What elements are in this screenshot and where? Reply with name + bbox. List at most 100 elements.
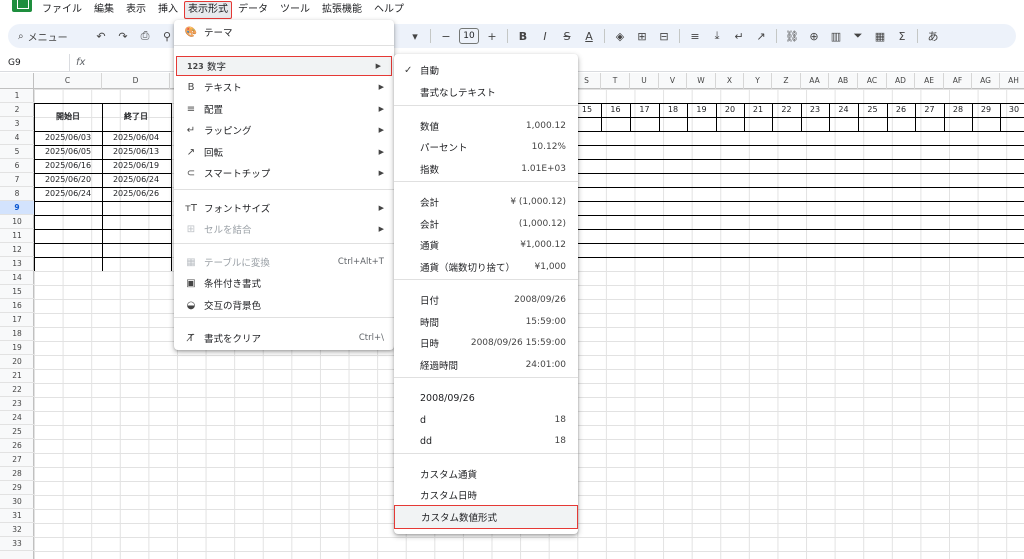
borders-icon[interactable]: ⊞ [631,26,653,46]
header-end-date[interactable]: 終了日 [102,110,170,124]
fill-color-icon[interactable]: ◈ [609,26,631,46]
column-header[interactable]: C [34,73,102,89]
row-header[interactable]: 31 [0,509,34,523]
row-header[interactable]: 5 [0,145,34,159]
number-format-option[interactable]: dd 18 [394,431,578,451]
day-number-cell[interactable]: 18 [659,103,687,117]
number-format-option[interactable]: 書式なしテキスト [394,82,578,102]
format-menu-item[interactable]: тT フォントサイズ ▶ [174,198,394,218]
day-number-cell[interactable]: 17 [630,103,659,117]
end-date-cell[interactable]: 2025/06/04 [102,131,170,145]
column-header[interactable]: V [659,73,687,89]
day-number-cell[interactable]: 20 [716,103,744,117]
day-number-cell[interactable]: 30 [1000,103,1024,117]
menu-edit[interactable]: 編集 [88,0,120,20]
column-header[interactable]: AG [972,73,1000,89]
column-header[interactable]: AC [858,73,887,89]
row-header[interactable]: 25 [0,425,34,439]
sheets-logo-icon[interactable] [12,0,32,12]
number-format-option[interactable]: 数値 1,000.12 [394,116,578,136]
menu-tools[interactable]: ツール [274,0,316,20]
number-format-option[interactable]: カスタム日時 [394,485,578,505]
format-menu-item[interactable]: ▣ 条件付き書式 [174,273,394,293]
number-format-option[interactable]: 会計 ¥ (1,000.12) [394,192,578,212]
header-start-date[interactable]: 開始日 [34,110,102,124]
day-number-cell[interactable]: 19 [687,103,716,117]
end-date-cell[interactable]: 2025/06/24 [102,173,170,187]
filter-views-icon[interactable]: ▦ [869,26,891,46]
merge-cells-icon[interactable]: ⊟ [653,26,675,46]
day-number-cell[interactable]: 25 [858,103,887,117]
number-format-option[interactable]: 時間 15:59:00 [394,312,578,332]
row-header[interactable]: 9 [0,201,34,215]
menu-help[interactable]: ヘルプ [368,0,410,20]
input-tools-button[interactable]: あ [922,26,944,46]
increase-font-icon[interactable]: + [481,26,503,46]
row-header[interactable]: 8 [0,187,34,201]
row-header[interactable]: 7 [0,173,34,187]
row-header[interactable]: 19 [0,341,34,355]
day-number-cell[interactable]: 22 [772,103,801,117]
format-menu-item[interactable]: ≡ 配置 ▶ [174,99,394,119]
number-format-option[interactable]: カスタム通貨 [394,464,578,484]
column-header[interactable]: T [601,73,630,89]
day-number-cell[interactable]: 21 [744,103,772,117]
horizontal-align-icon[interactable]: ≡ [684,26,706,46]
column-header[interactable]: AB [829,73,858,89]
strikethrough-icon[interactable]: S [556,26,578,46]
row-header[interactable]: 32 [0,523,34,537]
row-header[interactable]: 14 [0,271,34,285]
functions-icon[interactable]: Σ [891,26,913,46]
number-format-option[interactable]: 2008/09/26 [394,388,578,408]
italic-icon[interactable]: I [534,26,556,46]
format-menu-item[interactable]: ⊂ スマートチップ ▶ [174,163,394,183]
row-header[interactable]: 17 [0,313,34,327]
row-header[interactable]: 22 [0,383,34,397]
row-header[interactable]: 6 [0,159,34,173]
column-header[interactable]: X [716,73,744,89]
row-header[interactable]: 30 [0,495,34,509]
menu-extensions[interactable]: 拡張機能 [316,0,368,20]
row-header[interactable]: 16 [0,299,34,313]
name-box[interactable]: G9 [0,53,70,72]
number-format-option[interactable]: 会計 (1,000.12) [394,214,578,234]
number-format-option[interactable]: ✓ 自動 [394,60,578,80]
column-header[interactable]: W [687,73,716,89]
row-header[interactable]: 3 [0,117,34,131]
start-date-cell[interactable]: 2025/06/16 [34,159,102,173]
row-header[interactable]: 1 [0,89,34,103]
menu-insert[interactable]: 挿入 [152,0,184,20]
day-number-cell[interactable]: 16 [601,103,630,117]
number-format-option[interactable]: 日付 2008/09/26 [394,290,578,310]
format-menu-item[interactable]: 🎨 テーマ [174,22,394,42]
column-header[interactable]: Z [772,73,801,89]
menu-format[interactable]: 表示形式 [184,1,232,19]
row-header[interactable]: 15 [0,285,34,299]
day-number-cell[interactable]: 27 [915,103,944,117]
row-header[interactable]: 24 [0,411,34,425]
row-header[interactable]: 12 [0,243,34,257]
column-header[interactable]: U [630,73,659,89]
column-header[interactable]: AF [944,73,972,89]
column-header[interactable]: AH [1000,73,1024,89]
insert-link-icon[interactable]: ⛓ [781,26,803,46]
insert-comment-icon[interactable]: ⊕ [803,26,825,46]
decrease-font-icon[interactable]: − [435,26,457,46]
row-header[interactable]: 11 [0,229,34,243]
select-all-corner[interactable] [0,73,34,89]
end-date-cell[interactable]: 2025/06/19 [102,159,170,173]
start-date-cell[interactable]: 2025/06/20 [34,173,102,187]
number-format-option[interactable]: カスタム数値形式 [394,505,578,529]
menu-search[interactable]: ⌕ メニュー [18,29,90,44]
row-header[interactable]: 21 [0,369,34,383]
day-number-cell[interactable]: 26 [887,103,915,117]
day-number-cell[interactable]: 23 [801,103,829,117]
format-menu-item[interactable]: 123 数字 ▶ [176,56,392,76]
day-number-cell[interactable]: 28 [944,103,972,117]
column-header[interactable]: AD [887,73,915,89]
day-number-cell[interactable]: 24 [829,103,858,117]
day-number-cell[interactable]: 29 [972,103,1000,117]
start-date-cell[interactable]: 2025/06/05 [34,145,102,159]
row-header[interactable]: 33 [0,537,34,551]
menu-view[interactable]: 表示 [120,0,152,20]
